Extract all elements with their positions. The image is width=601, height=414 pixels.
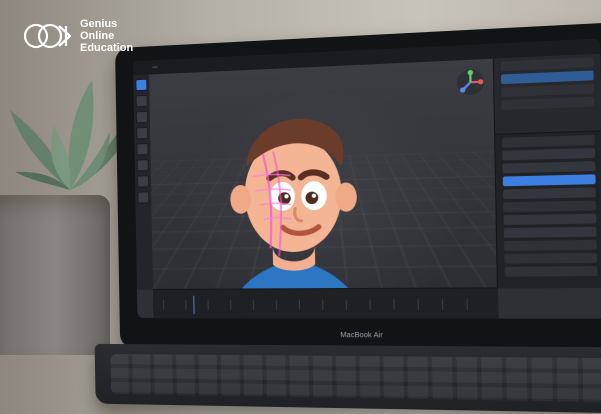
brand-line-2: Online — [80, 30, 133, 42]
workspace-tab[interactable] — [191, 64, 197, 66]
workspace-tab[interactable] — [165, 65, 171, 67]
workspace-tab[interactable] — [204, 64, 210, 66]
menu-item[interactable] — [139, 67, 145, 69]
brand-text: Genius Online Education — [80, 18, 133, 54]
timeline-ticks — [163, 299, 487, 310]
properties-field[interactable] — [503, 161, 596, 173]
laptop-model-label: MacBook Air — [340, 332, 383, 340]
transform-tool-icon[interactable] — [137, 159, 149, 171]
brand-logo: Genius Online Education — [22, 16, 133, 56]
annotate-tool-icon[interactable] — [137, 175, 149, 187]
select-tool-icon[interactable] — [135, 79, 147, 92]
properties-row[interactable] — [502, 135, 595, 148]
properties-panel — [494, 130, 601, 288]
timeline-playhead[interactable] — [193, 296, 194, 314]
laptop-bezel: MacBook Air — [115, 22, 601, 352]
outliner-panel — [493, 54, 601, 134]
cursor-tool-icon[interactable] — [136, 95, 148, 108]
outliner-row-selected[interactable] — [501, 70, 594, 84]
plant-pot — [0, 195, 110, 355]
laptop-keyboard — [95, 344, 601, 414]
move-tool-icon[interactable] — [136, 111, 148, 124]
outliner-row[interactable] — [501, 84, 594, 97]
properties-row[interactable] — [504, 253, 597, 264]
blender-screen — [133, 38, 601, 318]
cartoon-character-model[interactable] — [208, 87, 380, 290]
timeline[interactable] — [153, 287, 499, 318]
properties-row[interactable] — [503, 201, 596, 213]
workspace-tab[interactable] — [218, 63, 224, 65]
laptop: MacBook Air — [115, 22, 601, 401]
workspace-tab[interactable] — [178, 65, 184, 67]
outliner-row[interactable] — [501, 57, 594, 71]
properties-field[interactable] — [504, 214, 597, 225]
properties-row[interactable] — [504, 266, 597, 276]
navigation-gizmo-icon[interactable] — [456, 68, 486, 97]
workspace-tab-active[interactable] — [152, 66, 158, 68]
brand-mark-icon — [22, 16, 74, 56]
measure-tool-icon[interactable] — [137, 191, 149, 203]
properties-field[interactable] — [503, 187, 596, 199]
properties-field[interactable] — [504, 227, 597, 238]
scale-tool-icon[interactable] — [136, 143, 148, 155]
3d-viewport[interactable] — [149, 59, 498, 290]
properties-field-active[interactable] — [503, 174, 596, 186]
scene: MacBook Air Genius Online Education — [0, 0, 601, 400]
properties-row[interactable] — [504, 240, 597, 251]
brand-line-1: Genius — [80, 18, 133, 30]
rotate-tool-icon[interactable] — [136, 127, 148, 139]
properties-field[interactable] — [502, 148, 595, 160]
outliner-row[interactable] — [501, 97, 594, 110]
brand-line-3: Education — [80, 42, 133, 54]
